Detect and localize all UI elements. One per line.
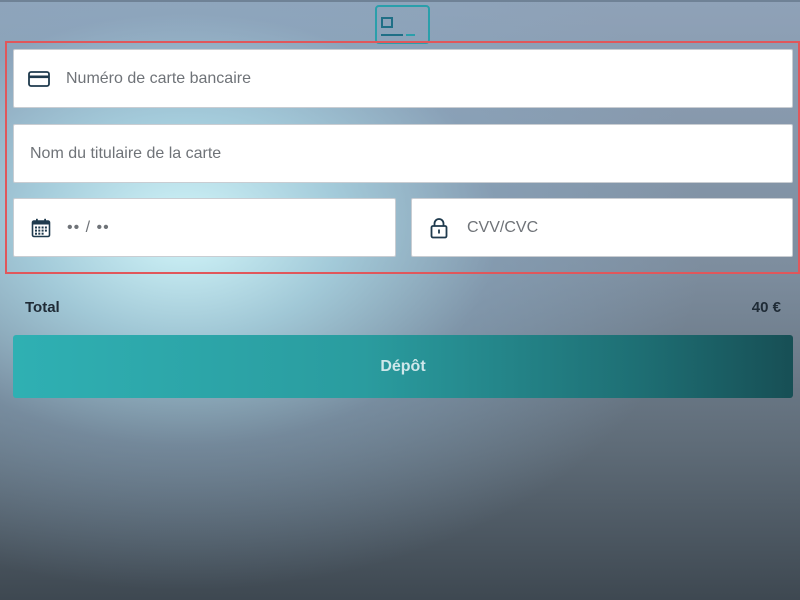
- top-divider: [0, 0, 800, 2]
- expiry-date-placeholder: •• / ••: [67, 218, 110, 236]
- deposit-button[interactable]: Dépôt: [13, 335, 793, 398]
- cvv-field[interactable]: CVV/CVC: [411, 198, 793, 257]
- total-amount: 40 €: [751, 299, 781, 316]
- cardholder-name-field[interactable]: Nom du titulaire de la carte: [13, 124, 793, 183]
- calendar-icon: [30, 217, 52, 239]
- credit-card-icon: [28, 68, 50, 90]
- expiry-date-field[interactable]: •• / ••: [13, 198, 396, 257]
- cardholder-name-placeholder: Nom du titulaire de la carte: [30, 144, 222, 162]
- card-number-placeholder: Numéro de carte bancaire: [66, 69, 251, 87]
- total-label: Total: [25, 299, 60, 316]
- cvv-placeholder: CVV/CVC: [467, 218, 539, 236]
- lock-icon: [428, 217, 450, 239]
- card-number-field[interactable]: Numéro de carte bancaire: [13, 49, 793, 108]
- card-logo-icon: [375, 5, 430, 44]
